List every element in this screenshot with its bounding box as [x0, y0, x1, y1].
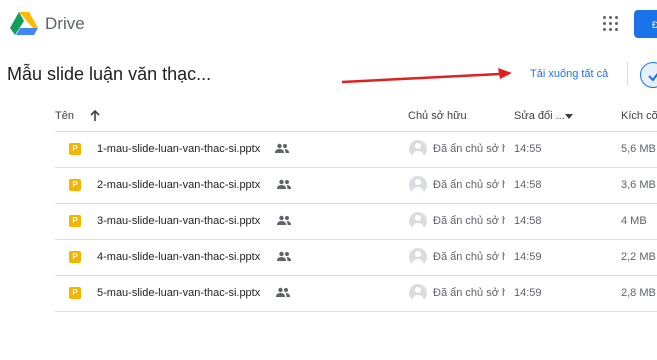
shared-people-icon	[276, 287, 290, 297]
shared-people-icon	[277, 215, 291, 225]
file-size: 2,8 MB	[621, 287, 656, 299]
apps-grid-icon[interactable]	[602, 15, 618, 31]
drive-brand-label: Drive	[45, 14, 85, 33]
shared-people-icon	[277, 251, 291, 261]
file-name[interactable]: 3-mau-slide-luan-van-thac-si.pptx	[97, 215, 260, 227]
file-row[interactable]: P 1-mau-slide-luan-van-thac-si.pptx Đã ẩ…	[55, 132, 657, 168]
owner-avatar	[409, 176, 427, 194]
slides-file-icon: P	[69, 251, 81, 263]
file-owner: Đã ẩn chủ sở hữu	[433, 179, 505, 191]
view-toggle-button[interactable]	[640, 62, 657, 88]
file-name[interactable]: 5-mau-slide-luan-van-thac-si.pptx	[97, 287, 260, 299]
file-modified: 14:59	[514, 287, 542, 299]
file-owner: Đã ẩn chủ sở hữu	[433, 143, 505, 155]
slides-file-icon: P	[69, 143, 81, 155]
file-row[interactable]: P 2-mau-slide-luan-van-thac-si.pptx Đã ẩ…	[55, 168, 657, 204]
sign-in-button[interactable]: Đ	[634, 10, 657, 38]
file-modified: 14:58	[514, 215, 542, 227]
file-size: 4 MB	[621, 215, 647, 227]
check-icon	[648, 73, 657, 82]
file-name[interactable]: 2-mau-slide-luan-van-thac-si.pptx	[97, 179, 260, 191]
file-row[interactable]: P 5-mau-slide-luan-van-thac-si.pptx Đã ẩ…	[55, 276, 657, 312]
owner-avatar	[409, 140, 427, 158]
toolbar-divider	[627, 62, 628, 86]
file-size: 3,6 MB	[621, 179, 656, 191]
folder-title: Mẫu slide luận văn thạc...	[7, 64, 212, 84]
download-all-button[interactable]: Tải xuống tất cả	[530, 68, 608, 80]
slides-file-icon: P	[69, 215, 81, 227]
column-header-owner[interactable]: Chủ sở hữu	[408, 110, 467, 122]
slides-file-icon: P	[69, 287, 81, 299]
file-size: 5,6 MB	[621, 143, 656, 155]
shared-people-icon	[277, 179, 291, 189]
annotation-arrow-icon	[341, 68, 512, 84]
google-drive-logo-icon[interactable]	[10, 11, 38, 35]
slides-file-icon: P	[69, 179, 81, 191]
file-name[interactable]: 4-mau-slide-luan-van-thac-si.pptx	[97, 251, 260, 263]
sort-dropdown-icon[interactable]	[565, 114, 573, 119]
file-owner: Đã ẩn chủ sở hữu	[433, 287, 505, 299]
column-header-name[interactable]: Tên	[55, 110, 74, 122]
file-modified: 14:58	[514, 179, 542, 191]
sort-ascending-arrow-icon[interactable]	[88, 109, 102, 123]
owner-avatar	[409, 284, 427, 302]
file-name[interactable]: 1-mau-slide-luan-van-thac-si.pptx	[97, 143, 260, 155]
owner-avatar	[409, 248, 427, 266]
file-row[interactable]: P 4-mau-slide-luan-van-thac-si.pptx Đã ẩ…	[55, 240, 657, 276]
file-size: 2,2 MB	[621, 251, 656, 263]
owner-avatar	[409, 212, 427, 230]
file-row[interactable]: P 3-mau-slide-luan-van-thac-si.pptx Đã ẩ…	[55, 204, 657, 240]
file-modified: 14:55	[514, 143, 542, 155]
column-header-modified[interactable]: Sửa đổi ...	[514, 110, 565, 122]
file-owner: Đã ẩn chủ sở hữu	[433, 251, 505, 263]
shared-people-icon	[275, 143, 289, 153]
file-modified: 14:59	[514, 251, 542, 263]
app-header: Drive Đ	[0, 0, 657, 48]
file-owner: Đã ẩn chủ sở hữu	[433, 215, 505, 227]
column-header-size[interactable]: Kích cỡ	[621, 110, 657, 122]
